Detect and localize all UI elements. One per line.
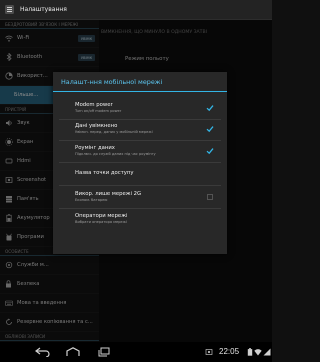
option-modem-power[interactable]: Modem power Turn on/off modem power xyxy=(75,102,220,114)
checkmark-icon[interactable] xyxy=(206,104,214,112)
divider xyxy=(59,140,221,141)
checkmark-icon[interactable] xyxy=(206,147,214,155)
home-icon[interactable] xyxy=(64,346,82,358)
mobile-network-settings-dialog: Налашт-ння мобільної мережі Modem power … xyxy=(53,72,227,254)
checkmark-icon[interactable] xyxy=(206,125,214,133)
option-data-roaming[interactable]: Роумінг даних Підключ. до служб даних пі… xyxy=(75,145,220,157)
divider xyxy=(59,185,221,186)
option-title: Назва точки доступу xyxy=(75,170,134,176)
option-subtitle: Увімкн. перед. даних у мобільній мережі xyxy=(75,130,153,134)
option-subtitle: Turn on/off modem power xyxy=(75,109,122,113)
recent-apps-icon[interactable] xyxy=(95,346,113,358)
option-title: Modem power xyxy=(75,102,113,108)
checkbox-empty-icon[interactable] xyxy=(206,193,214,201)
dialog-title: Налашт-ння мобільної мережі xyxy=(53,72,227,92)
option-title: Викор. лише мережі 2G xyxy=(75,191,142,197)
option-subtitle: Вибрати оператора мережі xyxy=(75,220,127,224)
option-use-2g-only[interactable]: Викор. лише мережі 2G Економ. батарею xyxy=(75,191,220,203)
divider xyxy=(59,162,221,163)
option-data-enabled[interactable]: Дані увімкнено Увімкн. перед. даних у мо… xyxy=(75,123,220,135)
signal-icon xyxy=(263,348,271,356)
settings-app-icon[interactable] xyxy=(3,3,16,16)
battery-icon xyxy=(246,348,254,356)
option-access-point-names[interactable]: Назва точки доступу xyxy=(75,170,220,177)
action-bar: Налаштування xyxy=(0,0,272,20)
wifi-icon xyxy=(254,348,262,356)
option-title: Роумінг даних xyxy=(75,145,115,151)
page-title: Налаштування xyxy=(20,6,67,13)
status-clock[interactable]: 22:05 xyxy=(219,347,239,356)
option-title: Оператори мережі xyxy=(75,213,128,219)
option-subtitle: Підключ. до служб даних під час роумінгу xyxy=(75,152,156,156)
option-subtitle: Економ. батарею xyxy=(75,198,108,202)
divider xyxy=(59,119,221,120)
divider xyxy=(59,208,221,209)
back-icon[interactable] xyxy=(34,346,52,358)
screenshot-icon xyxy=(205,348,213,356)
option-title: Дані увімкнено xyxy=(75,123,118,129)
option-network-operators[interactable]: Оператори мережі Вибрати оператора мереж… xyxy=(75,213,220,225)
system-nav-bar: 22:05 xyxy=(0,342,272,362)
